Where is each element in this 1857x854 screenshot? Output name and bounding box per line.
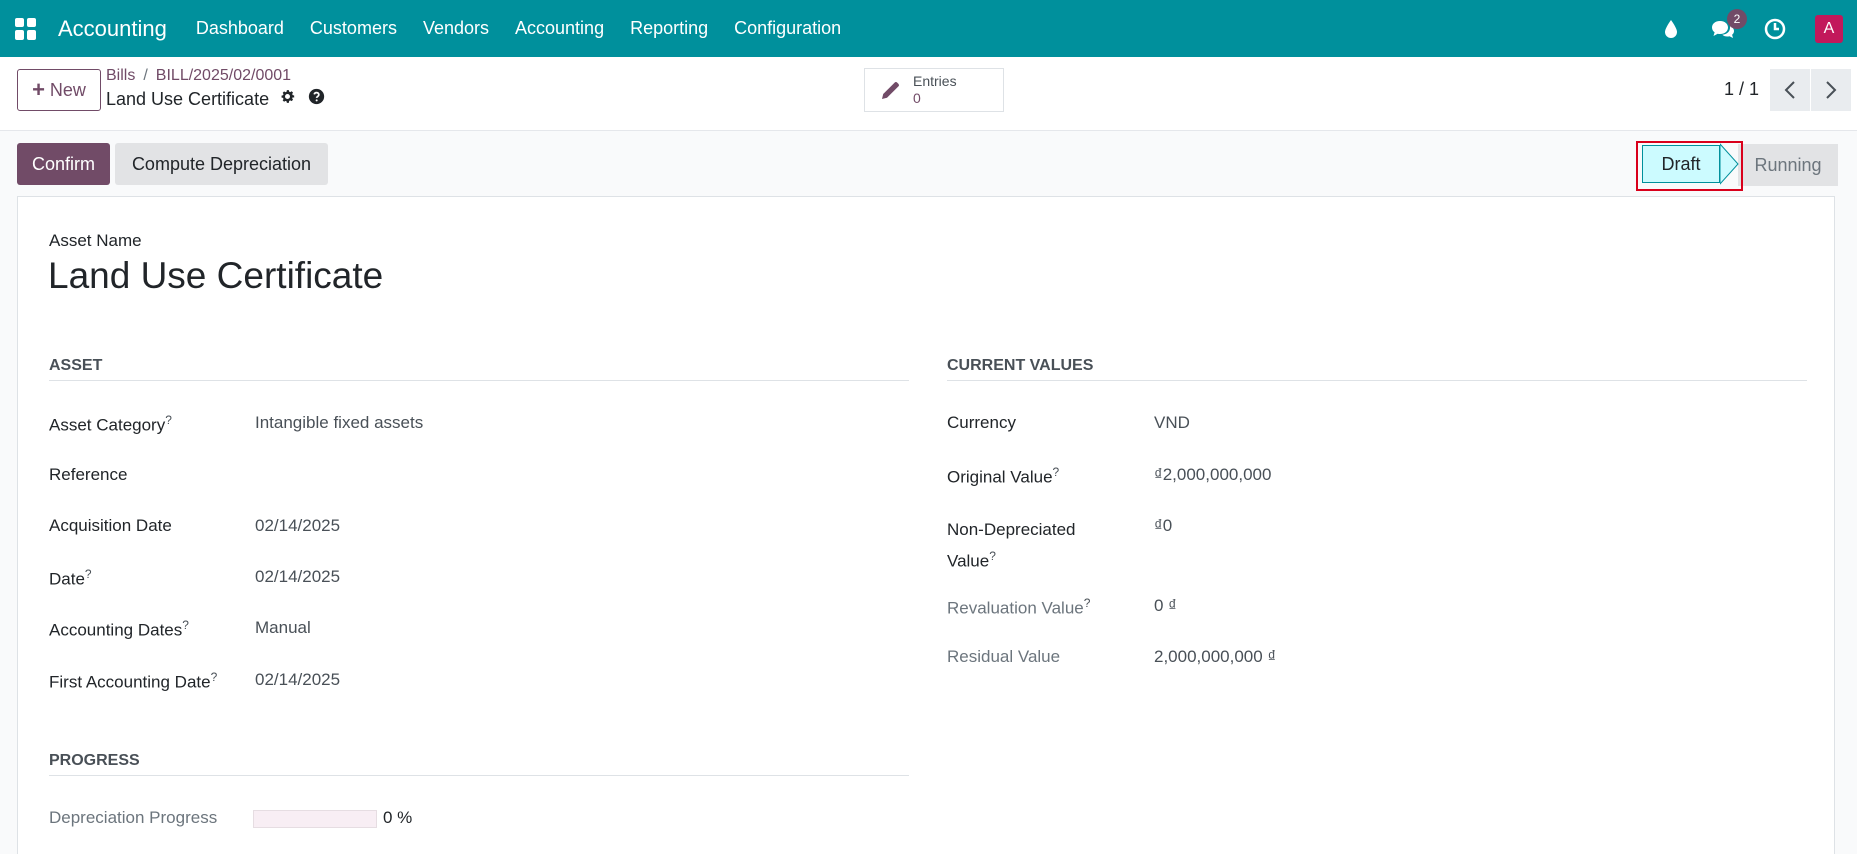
- chat-icon[interactable]: 2: [1711, 8, 1747, 41]
- pager-next-button[interactable]: [1811, 69, 1851, 111]
- breadcrumb-bill-number[interactable]: BILL/2025/02/0001: [156, 67, 291, 84]
- help-icon[interactable]: [308, 88, 325, 110]
- depreciation-progress-value: 0 %: [383, 808, 413, 827]
- residual-value: 2,000,000,000 ₫: [1154, 647, 1277, 666]
- asset-name-field[interactable]: Land Use Certificate: [48, 255, 383, 297]
- field-label-acquisition-date: Acquisition Date: [49, 516, 172, 535]
- help-icon[interactable]: ?: [85, 567, 92, 581]
- breadcrumb: Bills / BILL/2025/02/0001: [106, 67, 291, 85]
- user-avatar[interactable]: A: [1815, 14, 1843, 43]
- pencil-icon: [882, 82, 899, 99]
- new-button[interactable]: + New: [17, 69, 101, 111]
- entries-label: Entries: [913, 73, 957, 89]
- original-value-field[interactable]: ₫2,000,000,000: [1154, 465, 1271, 485]
- menu-item-customers[interactable]: Customers: [310, 18, 397, 39]
- navbar-systray: 2 A: [1659, 0, 1857, 57]
- stage-arrow-icon: [1720, 143, 1739, 185]
- section-title-current-values: CURRENT VALUES: [947, 357, 1094, 374]
- entries-count: 0: [913, 90, 921, 106]
- depreciation-progress-bar: [253, 810, 377, 828]
- help-icon[interactable]: ?: [989, 549, 996, 563]
- asset-name-label: Asset Name: [49, 231, 142, 250]
- top-navbar: Accounting Dashboard Customers Vendors A…: [0, 0, 1857, 57]
- first-accounting-date-field[interactable]: 02/14/2025: [255, 670, 340, 690]
- help-icon[interactable]: ?: [165, 413, 172, 427]
- field-label-asset-category: Asset Category?: [49, 413, 172, 435]
- menu-item-vendors[interactable]: Vendors: [423, 18, 489, 39]
- menu-item-accounting[interactable]: Accounting: [515, 18, 604, 39]
- field-label-reference: Reference: [49, 465, 128, 484]
- breadcrumb-bills[interactable]: Bills: [106, 67, 135, 84]
- non-depreciated-value-field[interactable]: ₫0: [1154, 516, 1172, 536]
- chevron-right-icon: [1826, 81, 1837, 99]
- breadcrumb-separator: /: [143, 67, 148, 84]
- chevron-left-icon: [1784, 81, 1795, 99]
- date-field[interactable]: 02/14/2025: [255, 567, 340, 587]
- app-brand[interactable]: Accounting: [58, 16, 167, 42]
- reference-field[interactable]: [255, 465, 555, 485]
- stage-running[interactable]: Running: [1738, 144, 1838, 186]
- field-label-date: Date?: [49, 567, 92, 589]
- menu-item-dashboard[interactable]: Dashboard: [196, 18, 284, 39]
- record-title: Land Use Certificate: [106, 88, 325, 110]
- field-label-first-accounting-date: First Accounting Date?: [49, 670, 218, 692]
- apps-icon[interactable]: [15, 17, 37, 40]
- field-label-residual-value: Residual Value: [947, 647, 1061, 666]
- plus-icon: +: [32, 77, 45, 102]
- divider: [49, 380, 909, 381]
- acquisition-date-field[interactable]: 02/14/2025: [255, 516, 340, 536]
- field-label-accounting-dates: Accounting Dates?: [49, 618, 189, 640]
- droplet-icon[interactable]: [1659, 17, 1683, 41]
- new-button-label: New: [49, 79, 86, 100]
- control-panel: + New Bills / BILL/2025/02/0001 Land Use C…: [0, 57, 1857, 131]
- message-count-badge: 2: [1727, 8, 1747, 29]
- currency-field[interactable]: VND: [1154, 413, 1190, 433]
- help-icon[interactable]: ?: [1053, 465, 1060, 479]
- field-label-depreciation-progress: Depreciation Progress: [49, 808, 218, 827]
- section-title-asset: ASSET: [49, 357, 103, 374]
- form-sheet: Asset Name Land Use Certificate ASSET As…: [17, 196, 1835, 854]
- record-title-text: Land Use Certificate: [106, 88, 270, 109]
- divider: [947, 380, 1807, 381]
- help-icon[interactable]: ?: [1084, 596, 1091, 610]
- divider: [49, 775, 909, 776]
- field-label-original-value: Original Value?: [947, 465, 1060, 487]
- revaluation-value: 0 ₫: [1154, 596, 1177, 615]
- help-icon[interactable]: ?: [182, 618, 189, 632]
- clock-icon[interactable]: [1763, 17, 1787, 41]
- section-title-progress: PROGRESS: [49, 752, 140, 769]
- field-label-currency: Currency: [947, 413, 1016, 432]
- entries-smart-button[interactable]: Entries 0: [864, 68, 1004, 112]
- field-label-revaluation-value: Revaluation Value?: [947, 596, 1091, 618]
- menu-item-reporting[interactable]: Reporting: [630, 18, 708, 39]
- help-icon[interactable]: ?: [211, 670, 218, 684]
- stage-draft[interactable]: Draft: [1642, 145, 1720, 183]
- asset-category-field[interactable]: Intangible fixed assets: [255, 413, 423, 433]
- gear-icon[interactable]: [279, 88, 296, 110]
- pager-previous-button[interactable]: [1770, 69, 1810, 111]
- menu-item-configuration[interactable]: Configuration: [734, 18, 841, 39]
- confirm-button[interactable]: Confirm: [17, 143, 110, 185]
- field-label-non-depreciated-value: Non-Depreciated Value?: [947, 520, 1076, 571]
- pager-value[interactable]: 1 / 1: [1724, 79, 1759, 100]
- accounting-dates-field[interactable]: Manual: [255, 618, 311, 638]
- compute-depreciation-button[interactable]: Compute Depreciation: [115, 143, 328, 185]
